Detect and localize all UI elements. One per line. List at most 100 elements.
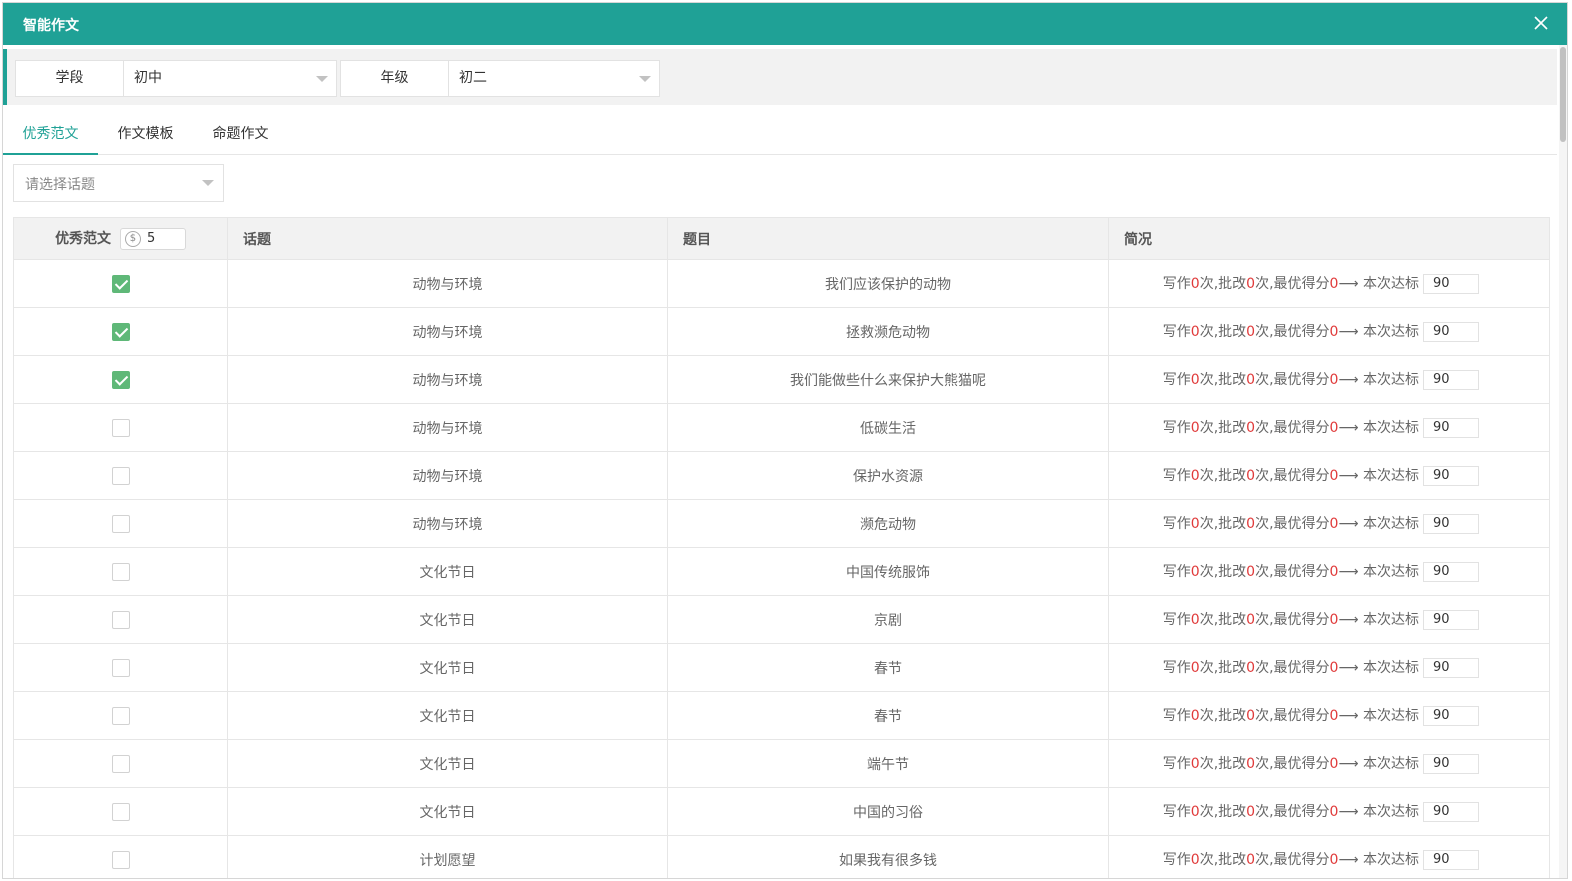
title-cell: 端午节	[667, 739, 1109, 788]
topic-cell: 动物与环境	[227, 499, 668, 548]
select-cell	[13, 499, 228, 548]
target-score-input[interactable]: 90	[1423, 466, 1479, 486]
target-score-input[interactable]: 90	[1423, 754, 1479, 774]
target-score-input[interactable]: 90	[1423, 562, 1479, 582]
summary-target-label: ⟶ 本次达标	[1338, 660, 1419, 676]
correct-count: 0	[1246, 324, 1256, 340]
summary-correct-label: ,批改	[1213, 612, 1247, 628]
scrollbar[interactable]	[1559, 45, 1567, 878]
topic-cell: 动物与环境	[227, 259, 668, 308]
target-score-input[interactable]: 90	[1423, 706, 1479, 726]
select-cell	[13, 739, 228, 788]
row-checkbox[interactable]	[111, 370, 130, 389]
summary-cell: 写作0次,批改0次,最优得分0⟶ 本次达标 90	[1108, 403, 1550, 452]
title-cell: 春节	[667, 643, 1109, 692]
summary-cell: 写作0次,批改0次,最优得分0⟶ 本次达标 90	[1108, 355, 1550, 404]
summary-cell: 写作0次,批改0次,最优得分0⟶ 本次达标 90	[1108, 643, 1550, 692]
summary-correct-label: ,批改	[1213, 756, 1247, 772]
summary-best-label: 次,最优得分	[1255, 612, 1330, 628]
target-score-input[interactable]: 90	[1423, 514, 1479, 534]
row-checkbox[interactable]	[111, 418, 130, 437]
target-score-input[interactable]: 90	[1423, 658, 1479, 678]
summary-times-label: 次	[1199, 804, 1214, 820]
tab-excellent-essays[interactable]: 优秀范文	[3, 115, 98, 155]
summary-write-label: 写作	[1162, 276, 1191, 292]
summary-times-label: 次	[1199, 372, 1214, 388]
target-score-input[interactable]: 90	[1423, 274, 1479, 294]
summary-times-label: 次	[1199, 564, 1214, 580]
smart-essay-dialog: 智能作文 学段 初中 年级 初二 优秀范文 作文模板 命题作文 请选择话题 优秀…	[2, 2, 1568, 879]
correct-count: 0	[1246, 804, 1256, 820]
correct-count: 0	[1246, 420, 1256, 436]
correct-count: 0	[1246, 660, 1256, 676]
summary-cell: 写作0次,批改0次,最优得分0⟶ 本次达标 90	[1108, 547, 1550, 596]
topic-cell: 文化节日	[227, 643, 668, 692]
summary-correct-label: ,批改	[1213, 708, 1247, 724]
summary-target-label: ⟶ 本次达标	[1338, 516, 1419, 532]
scrollbar-thumb[interactable]	[1560, 47, 1566, 142]
write-count: 0	[1190, 852, 1200, 868]
stage-value: 初中	[134, 70, 162, 86]
target-score-input[interactable]: 90	[1423, 802, 1479, 822]
row-checkbox[interactable]	[111, 274, 130, 293]
row-checkbox[interactable]	[111, 802, 130, 821]
summary-best-label: 次,最优得分	[1255, 756, 1330, 772]
summary-correct-label: ,批改	[1213, 804, 1247, 820]
row-checkbox[interactable]	[111, 658, 130, 677]
select-cell	[13, 643, 228, 692]
correct-count: 0	[1246, 612, 1256, 628]
close-icon[interactable]	[1531, 13, 1551, 33]
topic-select-placeholder: 请选择话题	[25, 177, 95, 193]
tab-assigned-essays[interactable]: 命题作文	[193, 115, 288, 155]
write-count: 0	[1190, 564, 1200, 580]
row-checkbox[interactable]	[111, 706, 130, 725]
title-cell: 我们应该保护的动物	[667, 259, 1109, 308]
row-checkbox[interactable]	[111, 754, 130, 773]
tab-essay-templates[interactable]: 作文模板	[98, 115, 193, 155]
coin-icon: $	[124, 230, 141, 247]
target-score-input[interactable]: 90	[1423, 370, 1479, 390]
summary-best-label: 次,最优得分	[1255, 804, 1330, 820]
summary-write-label: 写作	[1162, 756, 1191, 772]
summary-write-label: 写作	[1162, 708, 1191, 724]
row-checkbox[interactable]	[111, 850, 130, 869]
write-count: 0	[1190, 756, 1200, 772]
target-score-input[interactable]: 90	[1423, 850, 1479, 870]
table-row: 动物与环境 拯救濒危动物 写作0次,批改0次,最优得分0⟶ 本次达标 90	[13, 307, 1550, 356]
write-count: 0	[1190, 516, 1200, 532]
select-cell	[13, 835, 228, 878]
write-count: 0	[1190, 660, 1200, 676]
coin-input[interactable]: $5	[119, 227, 186, 250]
grade-label: 年级	[341, 61, 449, 96]
write-count: 0	[1190, 372, 1200, 388]
summary-write-label: 写作	[1162, 804, 1191, 820]
row-checkbox[interactable]	[111, 466, 130, 485]
summary-target-label: ⟶ 本次达标	[1338, 564, 1419, 580]
topic-select[interactable]: 请选择话题	[13, 164, 224, 202]
title-cell: 我们能做些什么来保护大熊猫呢	[667, 355, 1109, 404]
row-checkbox[interactable]	[111, 610, 130, 629]
summary-write-label: 写作	[1162, 324, 1191, 340]
summary-times-label: 次	[1199, 468, 1214, 484]
topic-cell: 动物与环境	[227, 307, 668, 356]
stage-select[interactable]: 初中	[124, 61, 336, 96]
target-score-input[interactable]: 90	[1423, 610, 1479, 630]
summary-cell: 写作0次,批改0次,最优得分0⟶ 本次达标 90	[1108, 451, 1550, 500]
row-checkbox[interactable]	[111, 562, 130, 581]
table-row: 文化节日 春节 写作0次,批改0次,最优得分0⟶ 本次达标 90	[13, 643, 1550, 692]
summary-correct-label: ,批改	[1213, 516, 1247, 532]
title-cell: 中国传统服饰	[667, 547, 1109, 596]
summary-best-label: 次,最优得分	[1255, 420, 1330, 436]
summary-cell: 写作0次,批改0次,最优得分0⟶ 本次达标 90	[1108, 787, 1550, 836]
target-score-input[interactable]: 90	[1423, 418, 1479, 438]
correct-count: 0	[1246, 756, 1256, 772]
row-checkbox[interactable]	[111, 514, 130, 533]
grade-select[interactable]: 初二	[449, 61, 659, 96]
table-row: 文化节日 中国的习俗 写作0次,批改0次,最优得分0⟶ 本次达标 90	[13, 787, 1550, 836]
chevron-down-icon	[639, 76, 651, 82]
row-checkbox[interactable]	[111, 322, 130, 341]
summary-times-label: 次	[1199, 276, 1214, 292]
select-cell	[13, 547, 228, 596]
target-score-input[interactable]: 90	[1423, 322, 1479, 342]
grade-filter: 年级 初二	[340, 60, 660, 97]
